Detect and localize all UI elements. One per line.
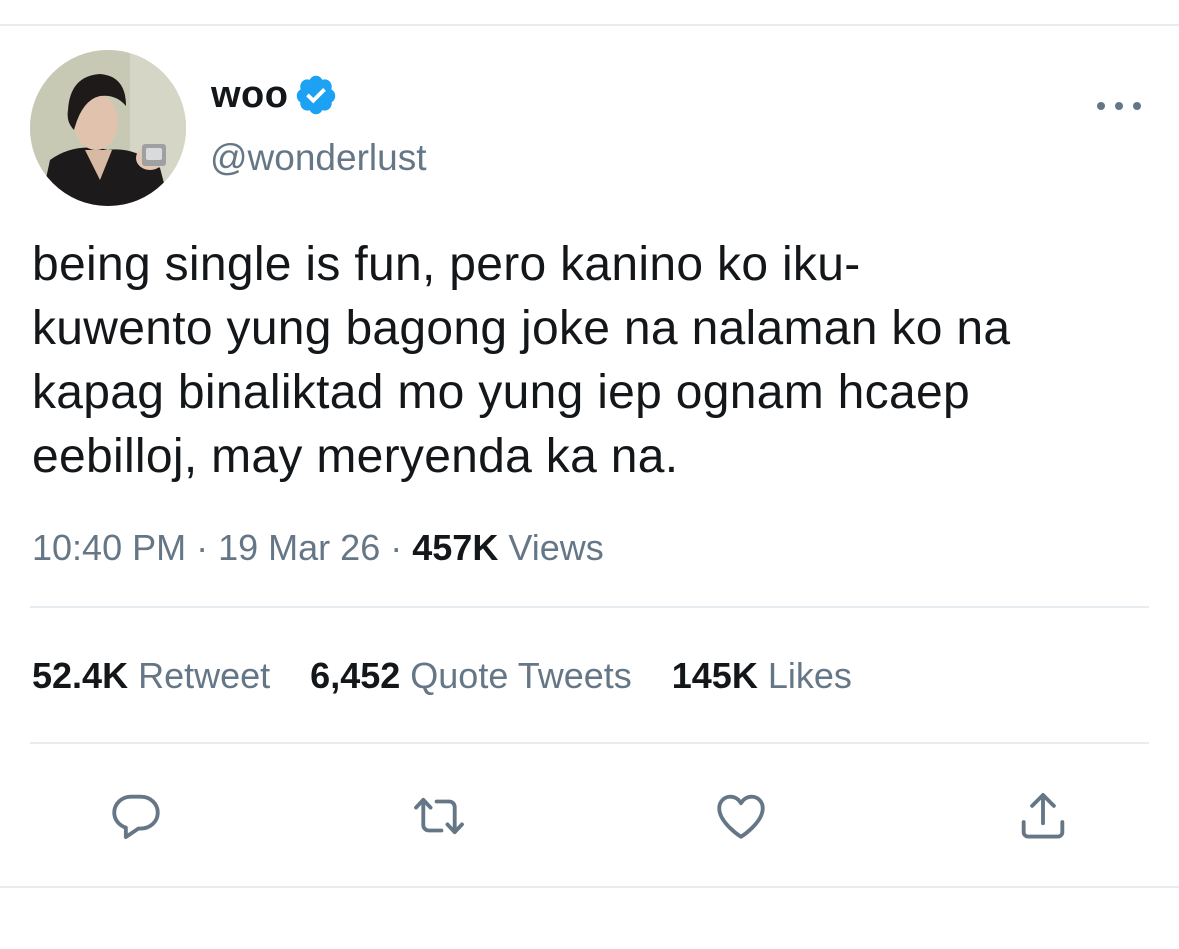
views-label: Views <box>508 527 604 568</box>
retweet-button[interactable] <box>409 786 469 846</box>
retweets-count: 52.4K <box>32 655 129 696</box>
likes-count: 145K <box>671 655 758 696</box>
user-handle[interactable]: @wonderlust <box>210 136 427 180</box>
more-dot <box>1097 102 1105 110</box>
reply-icon <box>112 794 160 839</box>
tweet-card: woo @wonderlust being single is fun, per… <box>0 26 1179 949</box>
display-name-text: woo <box>211 74 289 116</box>
like-icon <box>717 794 765 839</box>
meta-separator: · <box>196 527 209 568</box>
tweet-meta: 10:40 PM · 19 Mar 26 · 457K Views <box>32 526 604 570</box>
share-icon <box>1021 793 1065 839</box>
display-name[interactable]: woo <box>211 73 338 117</box>
reply-button[interactable] <box>106 786 166 846</box>
tweet-time[interactable]: 10:40 PM <box>32 527 186 568</box>
divider <box>30 606 1149 608</box>
more-dot <box>1133 102 1141 110</box>
quotes-label: Quote Tweets <box>410 655 632 696</box>
likes-label: Likes <box>767 655 852 696</box>
views-count: 457K <box>412 527 499 568</box>
tweet-text-line: eebilloj, may meryenda ka na. <box>32 430 679 483</box>
divider <box>0 886 1179 888</box>
like-button[interactable] <box>711 786 771 846</box>
tweet-text: being single is fun, pero kanino ko iku-… <box>32 233 1172 489</box>
avatar[interactable] <box>30 50 186 206</box>
retweets-label: Retweet <box>138 655 271 696</box>
verified-badge-icon <box>297 75 336 115</box>
tweet-text-line: being single is fun, pero kanino ko iku- <box>32 238 861 291</box>
tweet-text-line: kuwento yung bagong joke na nalaman ko n… <box>32 302 1011 355</box>
likes-stat[interactable]: 145K Likes <box>672 654 852 698</box>
retweet-icon <box>414 797 464 835</box>
quotes-stat[interactable]: 6,452 Quote Tweets <box>310 654 632 698</box>
retweets-stat[interactable]: 52.4K Retweet <box>32 654 270 698</box>
divider <box>30 742 1149 744</box>
meta-separator: · <box>390 527 403 568</box>
share-button[interactable] <box>1013 786 1073 846</box>
more-options-icon[interactable] <box>1097 96 1141 116</box>
tweet-date[interactable]: 19 Mar 26 <box>218 527 380 568</box>
tweet-text-line: kapag binaliktad mo yung iep ognam hcaep <box>32 366 970 419</box>
avatar-photo <box>30 50 186 206</box>
tweet-actions <box>0 786 1179 846</box>
quotes-count: 6,452 <box>310 655 401 696</box>
tweet-stats: 52.4K Retweet 6,452 Quote Tweets 145K Li… <box>32 654 892 698</box>
more-dot <box>1115 102 1123 110</box>
